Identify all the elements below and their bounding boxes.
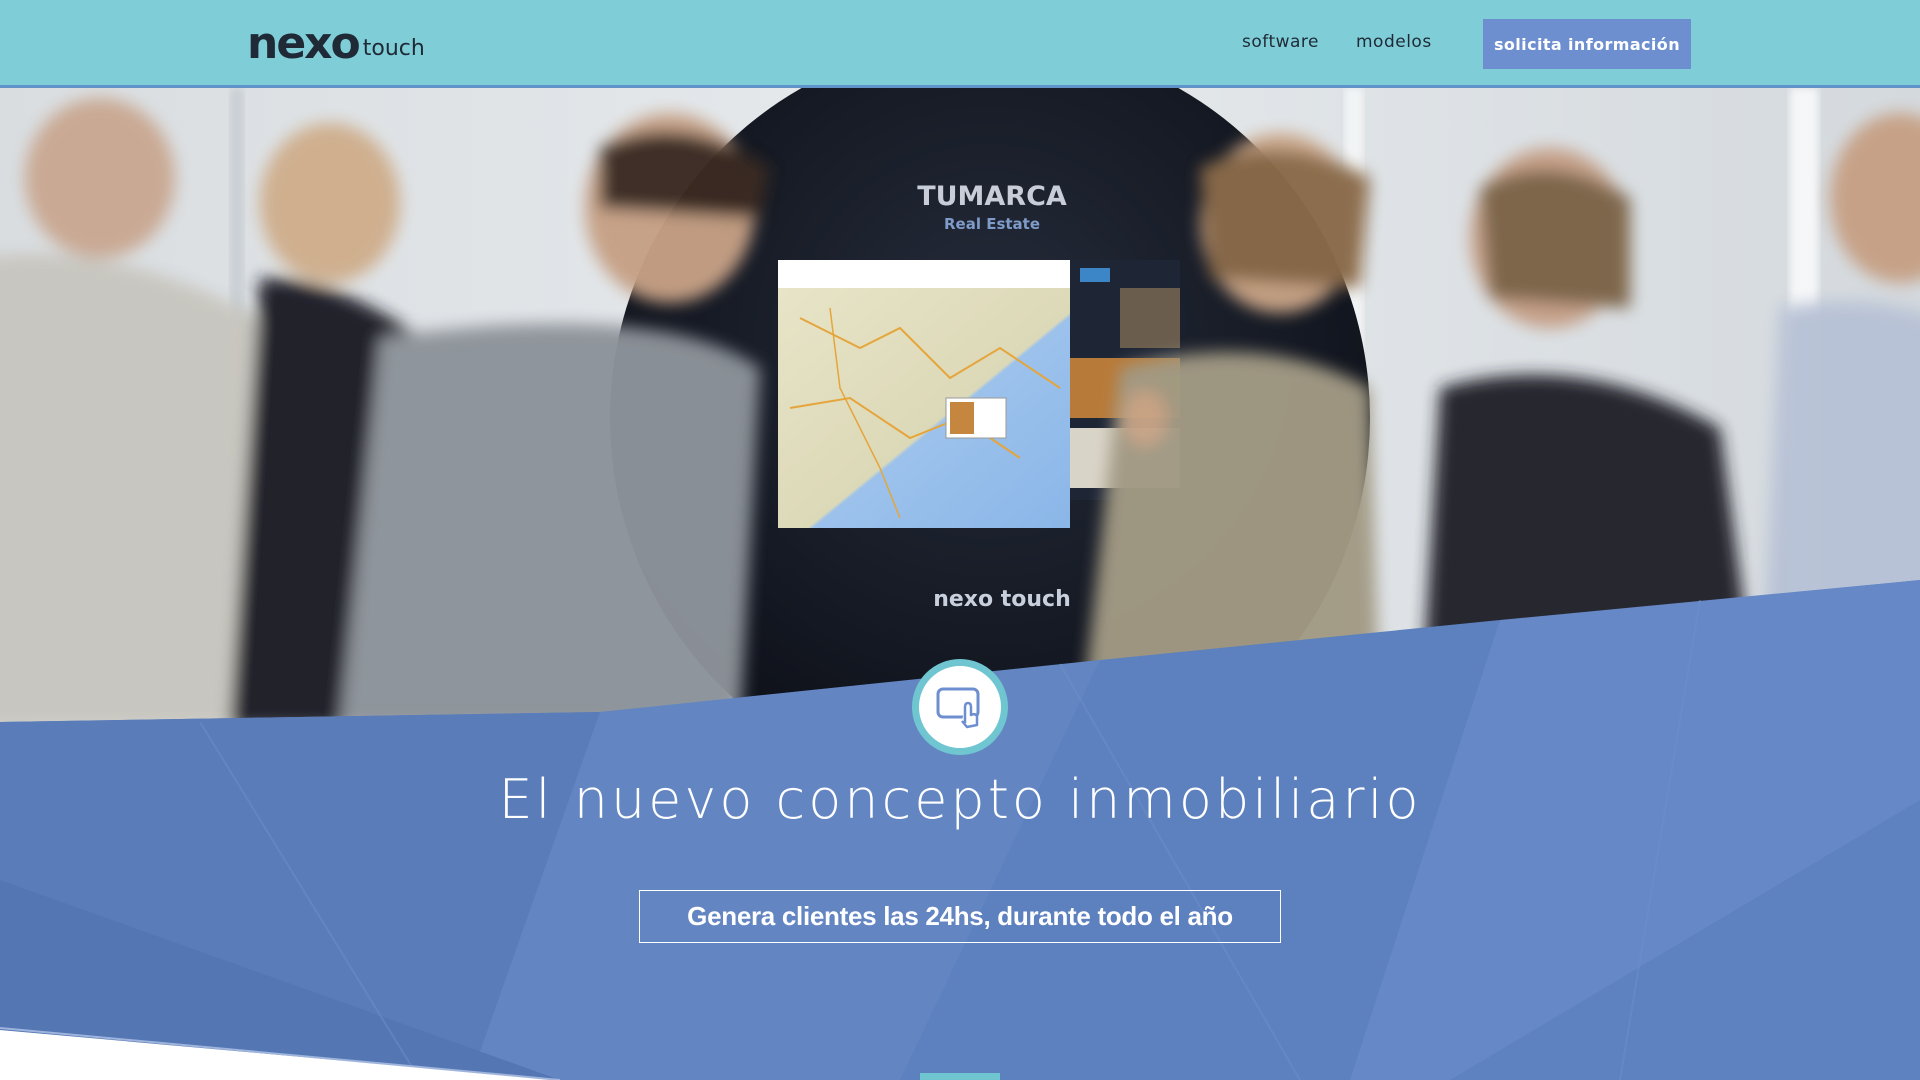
request-info-button[interactable]: solicita información — [1483, 19, 1691, 69]
kiosk-map-screen — [778, 260, 1070, 528]
kiosk-brand: TUMARCA — [917, 181, 1067, 212]
tagline-box: Genera clientes las 24hs, durante todo e… — [639, 890, 1281, 943]
logo-mark: nexo — [247, 18, 361, 69]
logo-sub: touch — [362, 36, 425, 61]
nexo-touch-logo[interactable]: nexo touch — [247, 22, 425, 66]
tagline-text: Genera clientes las 24hs, durante todo e… — [687, 901, 1233, 931]
touch-screen-icon — [912, 659, 1008, 755]
nav-modelos[interactable]: modelos — [1356, 32, 1432, 52]
scroll-indicator[interactable] — [920, 1073, 1000, 1080]
nav-software[interactable]: software — [1242, 32, 1319, 52]
page-headline: El nuevo concepto inmobiliario — [498, 768, 1422, 831]
top-navbar: nexo touch software modelos solicita inf… — [0, 0, 1920, 88]
kiosk-brand-sub: Real Estate — [944, 215, 1040, 233]
